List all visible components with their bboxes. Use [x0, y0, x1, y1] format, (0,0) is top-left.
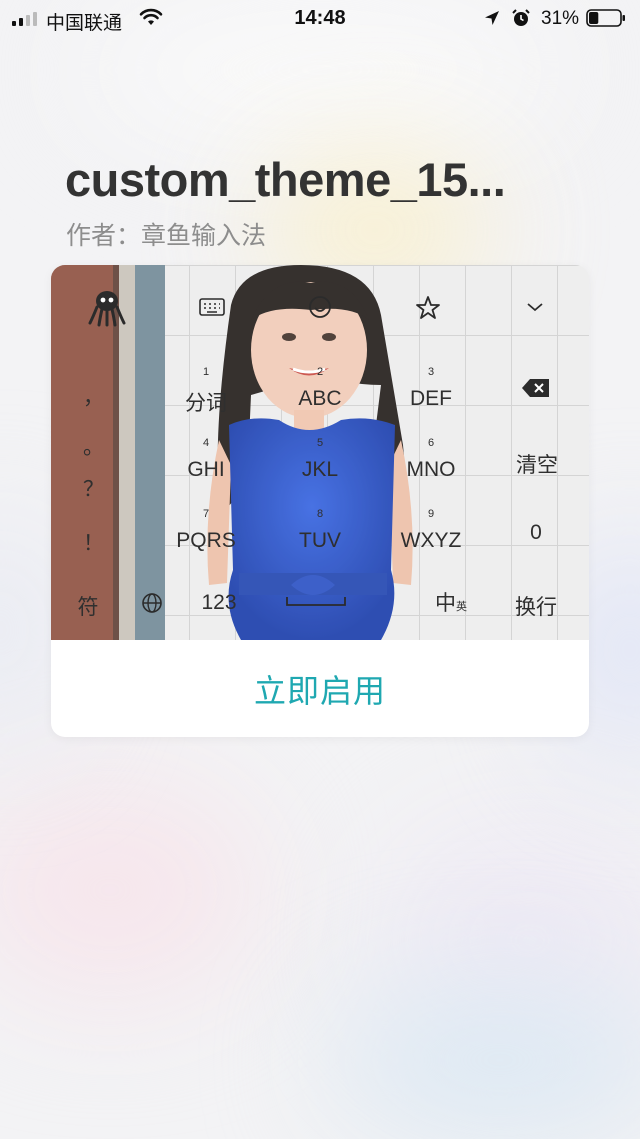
- theme-author: 作者：章鱼输入法: [66, 222, 267, 250]
- symbol-key: 符: [77, 596, 99, 619]
- status-bar: 中国联通 14:48 31%: [0, 0, 640, 40]
- keyboard-overlay: ， 。 ？ ！ 1 分词 2 ABC 3 DEF 4 GHI 5 JKL 6 MNO 7 PQ…: [51, 265, 589, 640]
- alarm-clock-icon: [512, 9, 530, 26]
- theme-preview-card: ， 。 ？ ！ 1 分词 2 ABC 3 DEF 4 GHI 5 JKL 6 MNO 7 PQ…: [51, 265, 589, 737]
- space-bar-icon: [286, 597, 346, 606]
- t9-key-6: 6 MNO: [406, 437, 456, 481]
- backspace-icon: [522, 379, 549, 397]
- t9-key-2: 2 ABC: [298, 366, 342, 410]
- number-switch-key: 123: [201, 591, 237, 614]
- keyboard-icon: [199, 298, 225, 316]
- punct-key-period: 。: [83, 436, 104, 459]
- t9-key-9: 9 WXYZ: [400, 508, 462, 552]
- globe-icon: [142, 593, 162, 613]
- enter-key: 换行: [515, 596, 557, 619]
- punct-key-exclaim: ！: [83, 532, 104, 555]
- t9-key-3: 3 DEF: [410, 366, 452, 410]
- punct-key-comma: ，: [83, 386, 104, 409]
- t9-key-5: 5 JKL: [301, 437, 339, 481]
- chevron-down-icon: [527, 303, 543, 312]
- t9-key-7: 7 PQRS: [176, 508, 236, 552]
- zh-switch-key: 中英: [435, 592, 467, 615]
- t9-key-4: 4 GHI: [187, 437, 225, 481]
- punct-key-question: ？: [83, 478, 104, 501]
- battery-percent: 31%: [541, 8, 580, 29]
- apply-theme-button[interactable]: 立即启用: [51, 640, 589, 737]
- battery-icon: [586, 9, 625, 27]
- octopus-logo-icon: [88, 291, 126, 327]
- location-arrow-icon: [485, 11, 499, 25]
- t9-key-1: 1 分词: [185, 366, 227, 415]
- clear-key: 清空: [516, 454, 558, 477]
- zero-key: 0: [530, 521, 542, 544]
- emoji-icon: [309, 296, 331, 318]
- t9-key-8: 8 TUV: [299, 508, 341, 552]
- theme-title: custom_theme_15...: [65, 153, 506, 206]
- star-icon: [416, 296, 440, 319]
- keyboard-preview: ， 。 ？ ！ 1 分词 2 ABC 3 DEF 4 GHI 5 JKL 6 MNO 7 PQ…: [51, 265, 589, 640]
